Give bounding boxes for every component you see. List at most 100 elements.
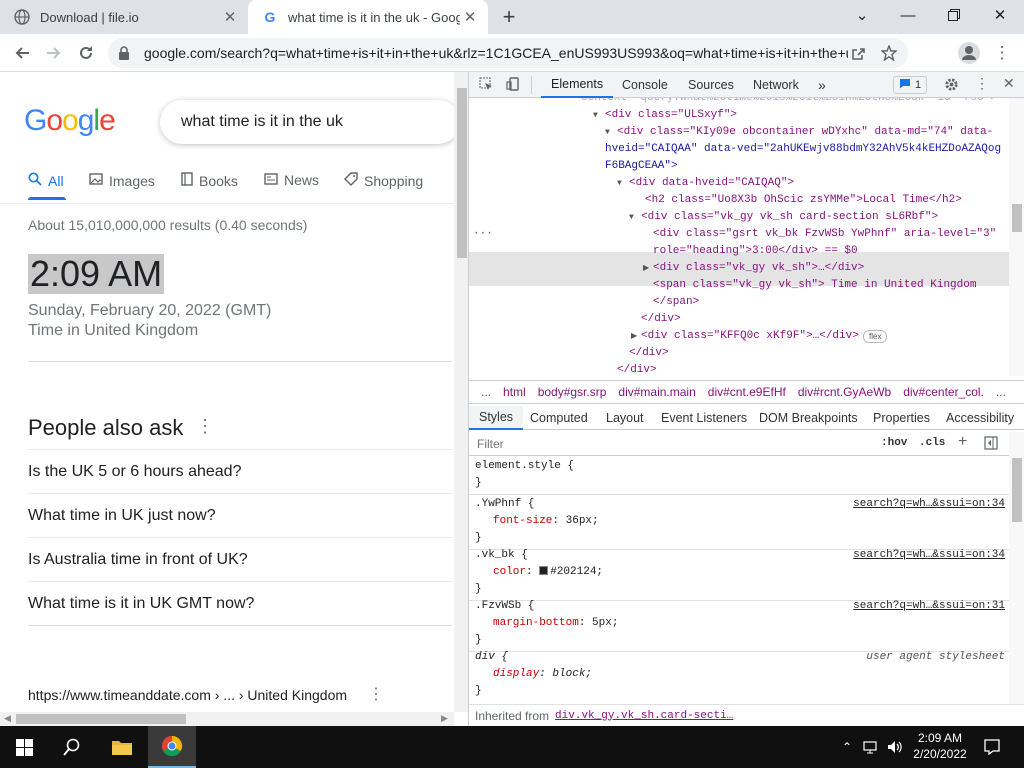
minimize-button[interactable]: — xyxy=(885,0,931,30)
rule-selector[interactable]: element.style { xyxy=(475,460,574,472)
forward-icon[interactable] xyxy=(41,40,67,66)
dom-line[interactable]: </div> xyxy=(617,362,657,376)
address-bar[interactable]: google.com/search?q=what+time+is+it+in+t… xyxy=(108,38,908,68)
collapse-triangle-icon[interactable]: ▶ xyxy=(643,260,649,277)
scroll-left-icon[interactable]: ◀ xyxy=(4,713,11,724)
start-button[interactable] xyxy=(0,726,48,768)
inherited-from-link[interactable]: div.vk_gy.vk_sh.card-secti… xyxy=(555,710,733,722)
rule-selector[interactable]: div { xyxy=(475,651,508,663)
google-logo[interactable]: Google xyxy=(24,104,116,138)
property-value[interactable]: 36px; xyxy=(566,515,599,527)
dom-line-selected[interactable]: role="heading">3:00</div> == $0 xyxy=(653,243,858,260)
tab-books[interactable]: Books xyxy=(181,172,238,189)
lock-icon[interactable] xyxy=(118,46,132,60)
inspect-element-icon[interactable] xyxy=(479,77,493,94)
dom-line-selected[interactable]: <div class="gsrt vk_bk FzvWSb YwPhnf" ar… xyxy=(653,226,996,243)
toggle-sidebar-icon[interactable] xyxy=(984,436,998,453)
close-window-button[interactable]: ✕ xyxy=(977,0,1023,30)
issues-badge[interactable]: 1 xyxy=(893,76,927,94)
tab-event-listeners[interactable]: Event Listeners xyxy=(661,406,747,430)
devtools-menu-icon[interactable]: ⋮ xyxy=(975,75,989,92)
rule-declaration[interactable]: font-size: 36px; xyxy=(493,515,599,527)
close-devtools-icon[interactable]: ✕ xyxy=(1003,75,1015,92)
dom-scrollbar-thumb[interactable] xyxy=(1012,204,1022,232)
dom-line[interactable]: </div> xyxy=(629,345,669,362)
hov-toggle[interactable]: :hov xyxy=(881,437,907,449)
settings-gear-icon[interactable] xyxy=(944,77,959,95)
tab-google-search[interactable]: G what time is it in the uk - Google ✕ xyxy=(248,0,488,34)
browser-menu-icon[interactable]: ⋮ xyxy=(989,40,1015,66)
result-url[interactable]: https://www.timeanddate.com › ... › Unit… xyxy=(28,687,347,703)
dom-line[interactable]: hveid="CAIQAA" data-ved="2ahUKEwjv88bdmY… xyxy=(605,141,1001,158)
dom-line[interactable]: </span> xyxy=(653,294,699,311)
dom-line[interactable]: context= query:what%20time%20is%20it%20i… xyxy=(581,98,997,107)
rule-declaration[interactable]: margin-bottom: 5px; xyxy=(493,617,618,629)
property-value[interactable]: #202124; xyxy=(550,566,603,578)
expand-triangle-icon[interactable]: ▼ xyxy=(629,209,634,226)
dom-line[interactable]: F6BAgCEAA"> xyxy=(605,158,678,175)
expand-triangle-icon[interactable]: ▼ xyxy=(617,175,622,192)
file-explorer-icon[interactable] xyxy=(98,726,146,768)
chevron-up-icon[interactable]: ⌃ xyxy=(838,726,856,768)
rule-selector[interactable]: .FzvWSb { xyxy=(475,600,534,612)
breadcrumb-item[interactable]: div#center_col. xyxy=(903,385,984,399)
reload-icon[interactable] xyxy=(73,40,99,66)
system-clock[interactable]: 2:09 AM 2/20/2022 xyxy=(904,730,976,762)
page-scrollbar-thumb[interactable] xyxy=(457,88,467,258)
notifications-icon[interactable] xyxy=(978,726,1006,768)
breadcrumb-item[interactable]: ... xyxy=(996,385,1006,399)
tab-styles[interactable]: Styles xyxy=(469,406,524,430)
tab-console[interactable]: Console xyxy=(622,72,668,98)
dom-line[interactable]: <div class="KFFQ0c xKf9F">…</div> xyxy=(641,328,859,345)
dom-line[interactable]: <div class="vk_gy vk_sh card-section sL6… xyxy=(641,209,938,226)
question-item[interactable]: Is Australia time in front of UK? xyxy=(28,551,248,569)
scroll-right-icon[interactable]: ▶ xyxy=(441,713,448,724)
property-value[interactable]: 5px; xyxy=(592,617,618,629)
dom-line[interactable]: <div data-hveid="CAIQAQ"> xyxy=(629,175,794,192)
bookmark-star-icon[interactable] xyxy=(878,45,900,61)
new-tab-button[interactable]: + xyxy=(496,4,522,30)
more-options-icon[interactable]: ⋮ xyxy=(196,416,214,437)
tab-elements[interactable]: Elements xyxy=(541,72,614,98)
dom-line[interactable]: <div class="vk_gy vk_sh">…</div> xyxy=(653,260,864,277)
tab-images[interactable]: Images xyxy=(89,172,155,189)
tab-search-icon[interactable]: ⌄ xyxy=(839,0,885,30)
tab-news[interactable]: News xyxy=(264,172,319,188)
tab-file-io[interactable]: Download | file.io ✕ xyxy=(0,0,248,34)
dom-scrollbar[interactable] xyxy=(1009,98,1024,376)
expand-triangle-icon[interactable]: ▼ xyxy=(593,107,598,124)
device-toolbar-icon[interactable] xyxy=(506,77,520,94)
close-tab-icon[interactable]: ✕ xyxy=(460,7,480,27)
page-horizontal-scrollbar-thumb[interactable] xyxy=(16,714,186,724)
expand-triangle-icon[interactable]: ▼ xyxy=(605,124,610,141)
breadcrumb-item[interactable]: html xyxy=(503,385,526,399)
rule-source-link[interactable]: search?q=wh…&ssui=on:34 xyxy=(853,498,1005,510)
tab-network[interactable]: Network xyxy=(753,72,799,98)
flex-badge[interactable]: flex xyxy=(863,330,888,343)
rule-declaration[interactable]: color: #202124; xyxy=(493,566,603,578)
restore-button[interactable] xyxy=(931,0,977,30)
styles-filter-input[interactable] xyxy=(473,434,863,453)
tab-accessibility[interactable]: Accessibility xyxy=(946,406,1014,430)
rule-source-link[interactable]: search?q=wh…&ssui=on:34 xyxy=(853,549,1005,561)
back-icon[interactable] xyxy=(9,40,35,66)
breadcrumb-item[interactable]: ... xyxy=(481,385,491,399)
chrome-taskbar-icon[interactable] xyxy=(148,726,196,768)
tab-computed[interactable]: Computed xyxy=(530,406,588,430)
profile-avatar-icon[interactable] xyxy=(956,40,982,66)
rule-source-link[interactable]: search?q=wh…&ssui=on:31 xyxy=(853,600,1005,612)
dom-line[interactable]: <div class="KIy09e obcontainer wDYxhc" d… xyxy=(617,124,993,141)
question-item[interactable]: What time in UK just now? xyxy=(28,507,216,525)
tab-dom-breakpoints[interactable]: DOM Breakpoints xyxy=(759,406,858,430)
result-menu-icon[interactable]: ⋮ xyxy=(368,684,384,704)
breadcrumb-item[interactable]: div#cnt.e9EfHf xyxy=(708,385,786,399)
close-tab-icon[interactable]: ✕ xyxy=(220,7,240,27)
tab-shopping[interactable]: Shopping xyxy=(344,172,423,189)
dom-line[interactable]: <span class="vk_gy vk_sh"> Time in Unite… xyxy=(653,277,976,294)
question-item[interactable]: What time is it in UK GMT now? xyxy=(28,595,254,613)
dom-line[interactable]: <h2 class="Uo8X3b OhScic zsYMMe">Local T… xyxy=(645,192,962,209)
cls-toggle[interactable]: .cls xyxy=(919,437,945,449)
tab-all[interactable]: All xyxy=(28,172,64,189)
network-icon[interactable] xyxy=(860,726,882,768)
dom-line[interactable]: <div class="ULSxyf"> xyxy=(605,107,737,124)
